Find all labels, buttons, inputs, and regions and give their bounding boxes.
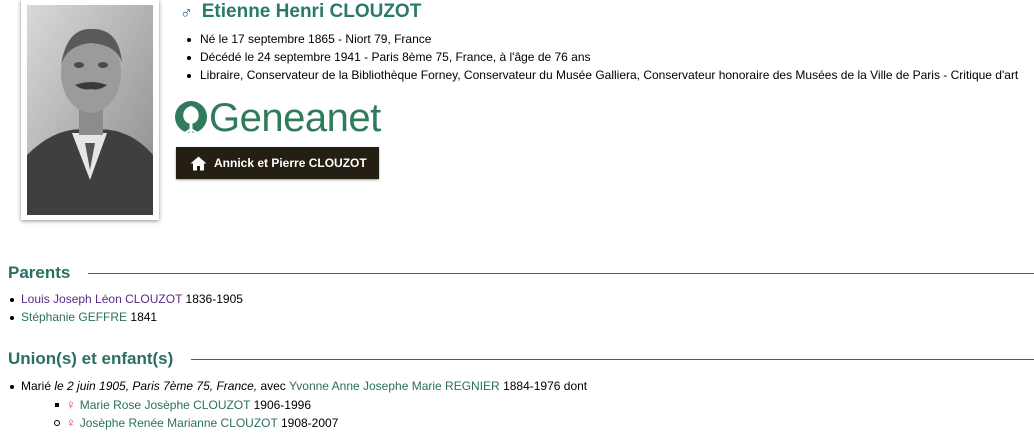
child-item: ♀ Josèphe Renée Marianne CLOUZOT 1908-200… (54, 414, 338, 432)
death-fact: Décédé le 24 septembre 1941 - Paris 8ème… (184, 48, 1018, 66)
child-years: 1906-1996 (250, 398, 311, 412)
male-icon: ♂ (180, 3, 193, 22)
father-link[interactable]: Louis Joseph Léon CLOUZOT (21, 292, 182, 306)
person-facts: Né le 17 septembre 1865 - Niort 79, Fran… (184, 30, 1018, 84)
parents-title: Parents (8, 263, 71, 282)
birth-fact: Né le 17 septembre 1865 - Niort 79, Fran… (184, 30, 1018, 48)
unions-list: Marié le 2 juin 1905, Paris 7ème 75, Fra… (8, 377, 587, 395)
occupation-fact: Libraire, Conservateur de la Bibliothèqu… (184, 66, 1018, 84)
mother-link[interactable]: Stéphanie GEFFRE (21, 310, 127, 324)
unions-title: Union(s) et enfant(s) (8, 349, 174, 368)
unions-section-header: Union(s) et enfant(s) (8, 348, 1034, 370)
mother-years: 1841 (127, 310, 158, 324)
parent-item: Stéphanie GEFFRE 1841 (8, 308, 243, 326)
parent-item: Louis Joseph Léon CLOUZOT 1836-1905 (8, 290, 243, 308)
father-years: 1836-1905 (182, 292, 243, 306)
marriage-item: Marié le 2 juin 1905, Paris 7ème 75, Fra… (8, 377, 587, 395)
child-years: 1908-2007 (277, 416, 339, 430)
children-list: ♀ Marie Rose Josèphe CLOUZOT 1906-1996 ♀ J… (54, 396, 338, 432)
female-icon: ♀ (66, 397, 76, 412)
tree-owner-label: Annick et Pierre CLOUZOT (214, 156, 367, 170)
parents-list: Louis Joseph Léon CLOUZOT 1836-1905 Stép… (8, 290, 243, 326)
parents-section-header: Parents (8, 262, 1034, 284)
section-divider (191, 358, 1034, 360)
person-name: Etienne Henri CLOUZOT (201, 1, 422, 22)
female-icon: ♀ (66, 415, 76, 430)
geneanet-tree-icon (175, 101, 207, 134)
geneanet-wordmark: Geneanet (209, 96, 381, 140)
child-link[interactable]: Josèphe Renée Marianne CLOUZOT (80, 416, 278, 430)
section-divider (88, 272, 1034, 274)
marriage-prefix: Marié (21, 379, 55, 393)
child-link[interactable]: Marie Rose Josèphe CLOUZOT (80, 398, 251, 412)
spouse-link[interactable]: Yvonne Anne Josephe Marie REGNIER (289, 379, 500, 393)
marriage-avec: avec (257, 379, 289, 393)
family-tree-owner-button[interactable]: Annick et Pierre CLOUZOT (176, 147, 379, 179)
child-item: ♀ Marie Rose Josèphe CLOUZOT 1906-1996 (54, 396, 338, 414)
portrait-image (27, 5, 153, 215)
portrait-photo[interactable] (21, 0, 159, 220)
home-icon (190, 156, 207, 170)
marriage-details: le 2 juin 1905, Paris 7ème 75, France, (54, 379, 258, 393)
geneanet-logo[interactable]: Geneanet (174, 98, 381, 138)
person-header: ♂ Etienne Henri CLOUZOT (180, 0, 421, 24)
spouse-years: 1884-1976 dont (499, 379, 588, 393)
